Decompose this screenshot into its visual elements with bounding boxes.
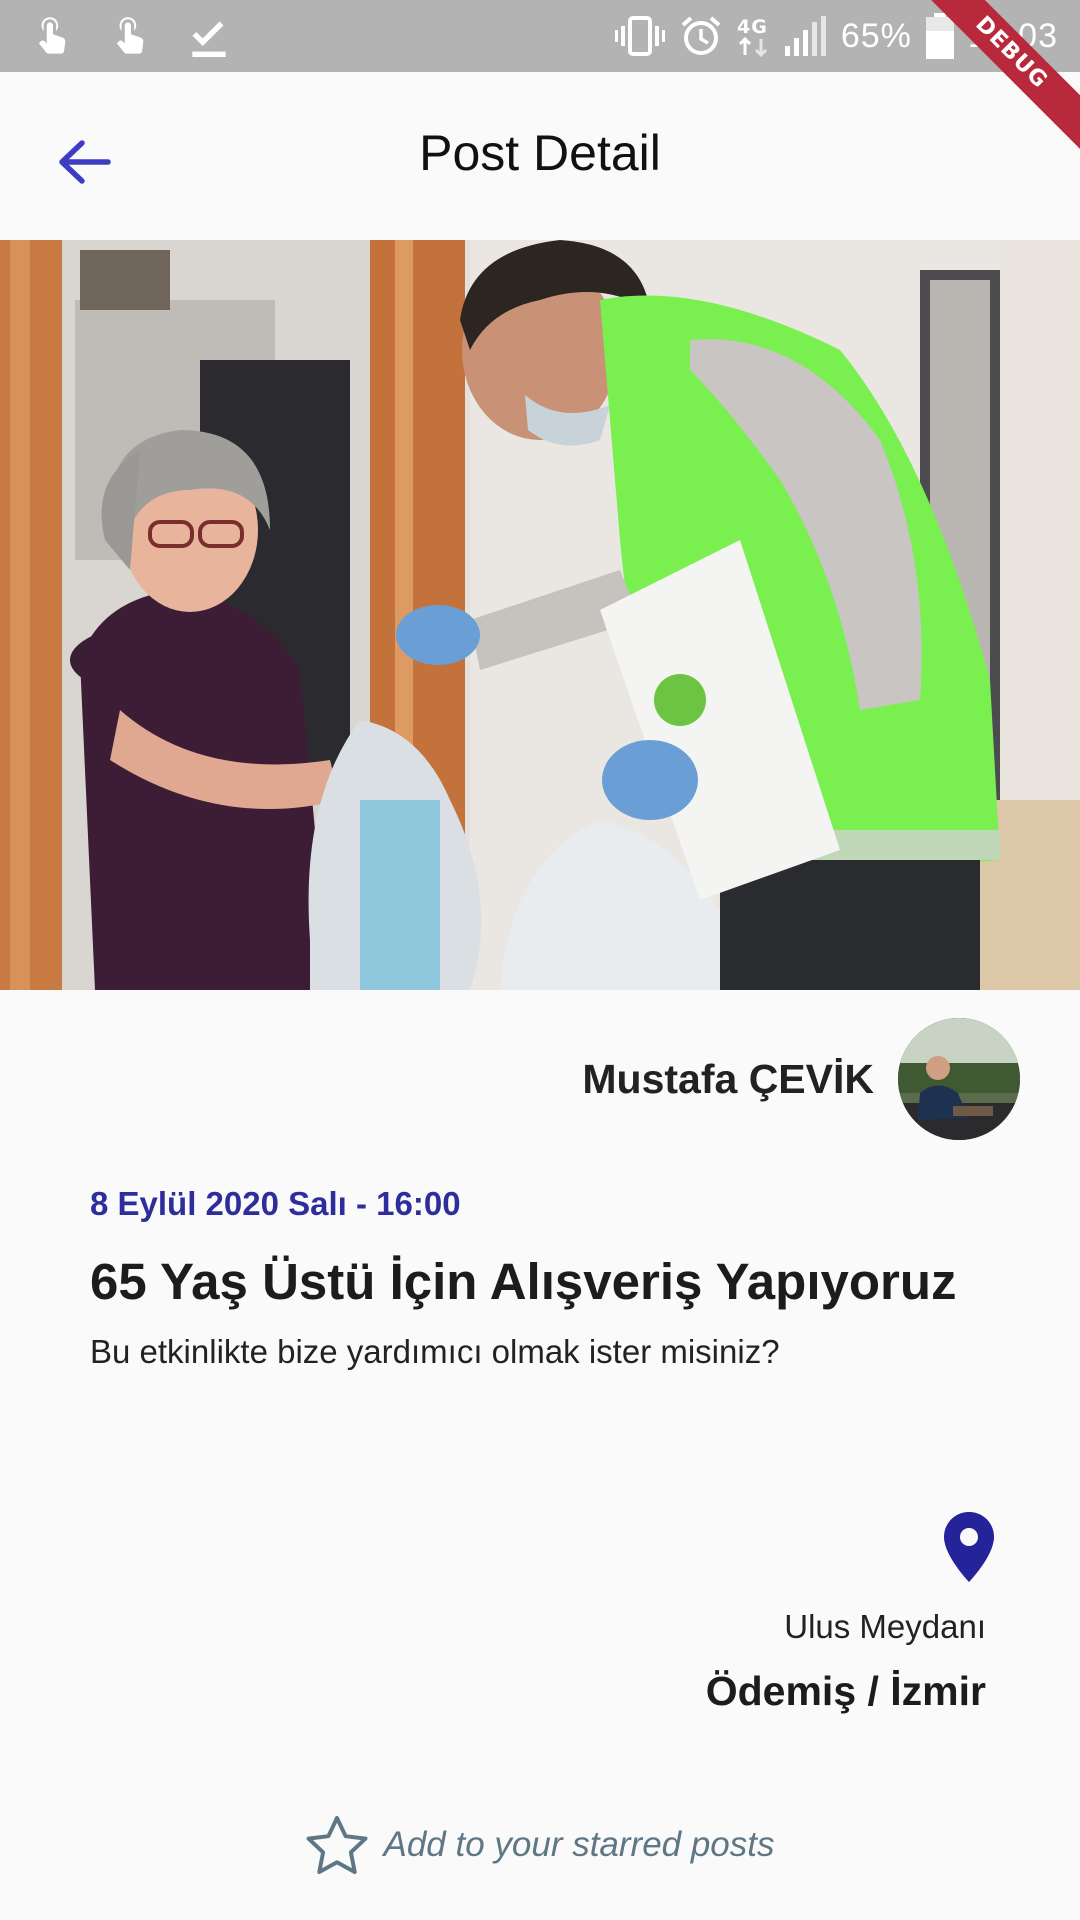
battery-icon — [925, 13, 954, 59]
location-city: Ödemiş / İzmir — [705, 1668, 986, 1714]
app-bar: Post Detail — [0, 72, 1080, 240]
location-block[interactable]: Ulus Meydanı Ödemiş / İzmir — [705, 1512, 994, 1715]
post-content: 8 Eylül 2020 Salı - 16:00 65 Yaş Üstü İç… — [90, 1185, 990, 1371]
status-bar: 4G 65% 17:03 — [0, 0, 1080, 72]
author-row[interactable]: Mustafa ÇEVİK — [582, 1018, 1020, 1140]
network-4g-icon: 4G — [737, 16, 768, 58]
battery-percent: 65% — [840, 16, 912, 55]
location-pin-icon — [944, 1512, 994, 1582]
alarm-icon — [681, 16, 721, 55]
location-place: Ulus Meydanı — [784, 1608, 986, 1645]
signal-icon — [784, 16, 826, 56]
check-icon — [192, 21, 226, 57]
page-title: Post Detail — [419, 125, 661, 181]
post-image — [0, 240, 1080, 990]
star-outline-icon — [306, 1816, 368, 1874]
post-photo — [0, 240, 1080, 990]
add-to-starred-label: Add to your starred posts — [383, 1825, 775, 1864]
author-name: Mustafa ÇEVİK — [582, 1055, 874, 1102]
touch-icon — [116, 17, 144, 54]
avatar[interactable] — [898, 1018, 1020, 1140]
touch-icon — [38, 17, 66, 54]
vibrate-icon — [614, 16, 665, 56]
notification-icons — [28, 12, 234, 62]
post-description: Bu etkinlikte bize yardımıcı olmak ister… — [90, 1333, 780, 1370]
avatar-photo — [898, 1018, 1020, 1140]
post-date: 8 Eylül 2020 Salı - 16:00 — [90, 1185, 461, 1222]
svg-text:4G: 4G — [737, 16, 768, 38]
add-to-starred-button[interactable]: Add to your starred posts — [0, 1815, 1080, 1875]
post-title: 65 Yaş Üstü İçin Alışveriş Yapıyoruz — [90, 1253, 957, 1310]
